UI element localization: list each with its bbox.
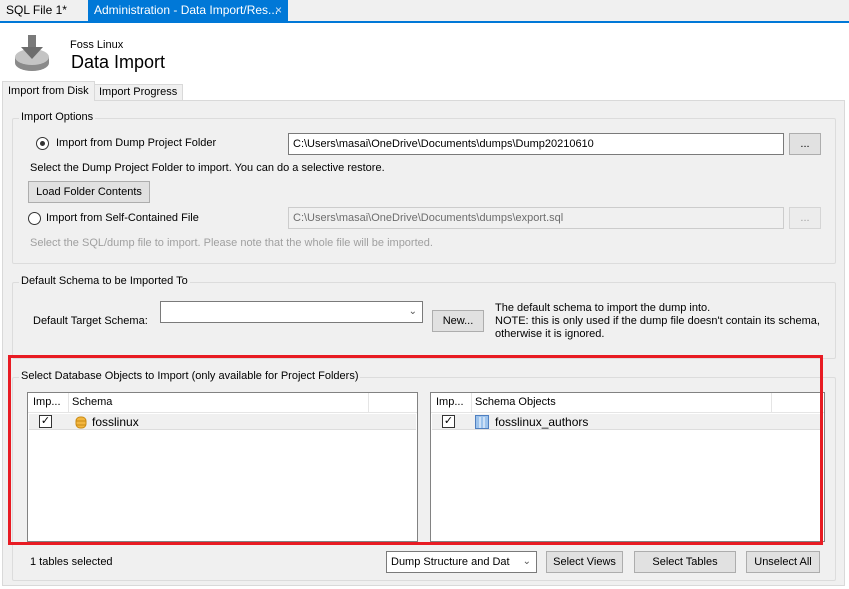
select-views-button[interactable]: Select Views	[546, 551, 623, 573]
dump-mode-select[interactable]: Dump Structure and Dat ⌄	[386, 551, 537, 573]
browse-file-button[interactable]: ...	[789, 207, 821, 229]
dump-folder-radio[interactable]	[36, 137, 49, 150]
tab-sql-file[interactable]: SQL File 1*	[0, 0, 73, 21]
select-tables-button[interactable]: Select Tables	[634, 551, 736, 573]
tab-import-progress[interactable]: Import Progress	[93, 84, 184, 100]
file-hint: Select the SQL/dump file to import. Plea…	[30, 237, 433, 249]
highlight-rectangle	[8, 355, 823, 545]
selection-status: 1 tables selected	[30, 556, 113, 568]
default-target-schema-select[interactable]: ⌄	[160, 301, 423, 323]
dump-folder-path-input[interactable]: C:\Users\masai\OneDrive\Documents\dumps\…	[288, 133, 784, 155]
chevron-down-icon: ⌄	[408, 306, 417, 317]
default-target-schema-label: Default Target Schema:	[33, 315, 148, 327]
editor-tab-bar: SQL File 1* Administration - Data Import…	[0, 0, 849, 23]
new-schema-button[interactable]: New...	[432, 310, 484, 332]
close-icon[interactable]: ×	[275, 0, 282, 21]
browse-folder-button[interactable]: ...	[789, 133, 821, 155]
tab-label: SQL File 1*	[6, 3, 67, 17]
chevron-down-icon: ⌄	[522, 556, 531, 567]
self-contained-radio[interactable]	[28, 212, 41, 225]
unselect-all-button[interactable]: Unselect All	[746, 551, 820, 573]
schema-note-line: otherwise it is ignored.	[495, 328, 605, 340]
tab-import-from-disk[interactable]: Import from Disk	[2, 81, 95, 101]
group-title: Default Schema to be Imported To	[19, 275, 190, 287]
load-folder-contents-button[interactable]: Load Folder Contents	[28, 181, 150, 203]
self-contained-label: Import from Self-Contained File	[46, 212, 199, 224]
page-title: Data Import	[71, 52, 166, 72]
self-contained-path-input[interactable]: C:\Users\masai\OneDrive\Documents\dumps\…	[288, 207, 784, 229]
tab-label: Import from Disk	[8, 85, 89, 97]
tab-label: Import Progress	[99, 86, 178, 98]
dump-folder-hint: Select the Dump Project Folder to import…	[30, 162, 385, 174]
schema-note-line: NOTE: this is only used if the dump file…	[495, 315, 820, 327]
select-value: Dump Structure and Dat	[391, 556, 510, 568]
tab-administration-data-import[interactable]: Administration - Data Import/Res... ×	[88, 0, 288, 21]
header-subtitle: Foss Linux	[70, 39, 124, 51]
schema-note-line: The default schema to import the dump in…	[495, 302, 711, 314]
import-disk-icon	[15, 35, 49, 71]
group-title: Import Options	[19, 111, 96, 123]
tab-label: Administration - Data Import/Res...	[94, 3, 279, 17]
dump-folder-label: Import from Dump Project Folder	[56, 137, 217, 149]
